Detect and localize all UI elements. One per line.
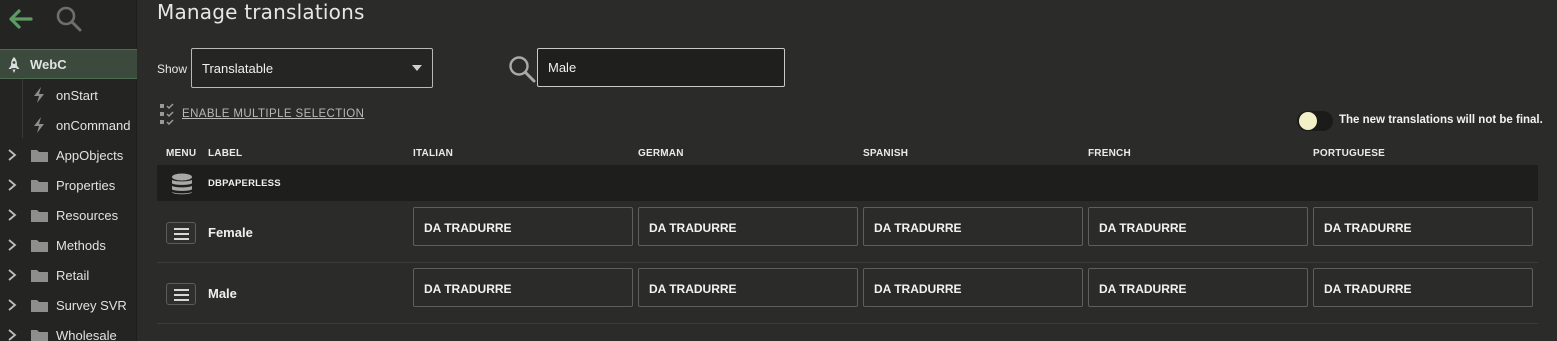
sidebar-toolbar	[0, 0, 136, 40]
folder-icon	[31, 150, 48, 162]
hamburger-icon-bar	[174, 238, 189, 240]
sidebar-item-oncommand[interactable]: onCommand	[0, 110, 137, 140]
chevron-right-icon[interactable]	[7, 239, 17, 251]
sidebar-item-retail[interactable]: Retail	[0, 260, 137, 290]
sidebar-item-webc[interactable]: WebC	[0, 49, 137, 79]
database-icon	[172, 173, 192, 195]
chevron-right-icon[interactable]	[7, 209, 17, 221]
group-row: DBPAPERLESS	[157, 165, 1538, 201]
search-input[interactable]	[537, 48, 785, 87]
column-header-menu: MENU	[166, 148, 197, 159]
chevron-right-icon[interactable]	[7, 179, 17, 191]
row-label-male: Male	[208, 286, 237, 301]
column-header-german: GERMAN	[638, 148, 684, 159]
bolt-icon	[34, 117, 44, 133]
search-icon	[509, 56, 536, 83]
chevron-right-icon[interactable]	[7, 329, 17, 341]
folder-icon	[31, 300, 48, 312]
show-filter-select[interactable]: Translatable	[191, 48, 433, 88]
row-divider	[157, 323, 1538, 324]
sidebar-item-methods[interactable]: Methods	[0, 230, 137, 260]
enable-multiple-selection-label: ENABLE MULTIPLE SELECTION	[182, 108, 365, 120]
sidebar-item-label: WebC	[30, 56, 67, 72]
translation-cell-german[interactable]: DA TRADURRE	[638, 268, 858, 307]
column-header-italian: ITALIAN	[413, 148, 454, 159]
sidebar-item-label: Resources	[56, 207, 119, 223]
sidebar: WebC onStart onCommand AppObjects Proper…	[0, 0, 137, 341]
folder-icon	[31, 180, 48, 192]
translation-cell-spanish[interactable]: DA TRADURRE	[863, 268, 1083, 307]
sidebar-item-label: onStart	[56, 87, 98, 103]
sidebar-item-survey-svr[interactable]: Survey SVR	[0, 290, 137, 320]
sidebar-item-label: Methods	[56, 237, 106, 253]
enable-multiple-selection-button[interactable]: ENABLE MULTIPLE SELECTION	[159, 103, 364, 125]
sidebar-item-label: Wholesale	[56, 327, 117, 341]
sidebar-item-wholesale[interactable]: Wholesale	[0, 320, 137, 341]
chevron-right-icon[interactable]	[7, 269, 17, 281]
hamburger-icon-bar	[174, 233, 189, 235]
sidebar-item-label: Properties	[56, 177, 116, 193]
column-header-spanish: SPANISH	[863, 148, 909, 159]
chevron-right-icon[interactable]	[7, 149, 17, 161]
row-label-female: Female	[208, 225, 253, 240]
sidebar-item-properties[interactable]: Properties	[0, 170, 137, 200]
row-divider	[157, 262, 1538, 263]
translation-cell-portuguese[interactable]: DA TRADURRE	[1313, 207, 1533, 246]
translation-cell-italian[interactable]: DA TRADURRE	[413, 207, 633, 246]
folder-icon	[31, 330, 48, 341]
translation-cell-french[interactable]: DA TRADURRE	[1088, 207, 1308, 246]
hamburger-icon	[174, 289, 189, 291]
chevron-right-icon[interactable]	[7, 299, 17, 311]
translation-cell-german[interactable]: DA TRADURRE	[638, 207, 858, 246]
sidebar-item-label: Retail	[56, 267, 90, 283]
search-icon[interactable]	[55, 5, 83, 33]
translation-cell-portuguese[interactable]: DA TRADURRE	[1313, 268, 1533, 307]
sidebar-item-label: Survey SVR	[56, 297, 127, 313]
rocket-icon	[8, 57, 20, 73]
folder-icon	[31, 240, 48, 252]
back-arrow-icon[interactable]	[6, 6, 34, 32]
translation-cell-spanish[interactable]: DA TRADURRE	[863, 207, 1083, 246]
sidebar-item-label: AppObjects	[56, 147, 124, 163]
caret-down-icon	[412, 65, 422, 71]
checklist-icon	[160, 103, 174, 125]
folder-icon	[31, 210, 48, 222]
hamburger-icon	[174, 228, 189, 230]
sidebar-item-resources[interactable]: Resources	[0, 200, 137, 230]
bolt-icon	[34, 87, 44, 103]
translation-cell-italian[interactable]: DA TRADURRE	[413, 268, 633, 307]
toggle-knob	[1299, 112, 1317, 130]
page-title: Manage translations	[157, 0, 365, 24]
sidebar-item-appobjects[interactable]: AppObjects	[0, 140, 137, 170]
hamburger-icon-bar	[174, 299, 189, 301]
sidebar-item-onstart[interactable]: onStart	[0, 80, 137, 110]
final-translations-toggle[interactable]	[1297, 111, 1333, 131]
column-header-portuguese: PORTUGUESE	[1313, 148, 1386, 159]
show-filter-value: Translatable	[202, 61, 274, 76]
hamburger-icon-bar	[174, 294, 189, 296]
group-label: DBPAPERLESS	[208, 178, 281, 189]
folder-icon	[31, 270, 48, 282]
translation-cell-french[interactable]: DA TRADURRE	[1088, 268, 1308, 307]
column-header-french: FRENCH	[1088, 148, 1131, 159]
row-menu-button[interactable]	[166, 283, 196, 305]
row-menu-button[interactable]	[166, 222, 196, 244]
sidebar-item-label: onCommand	[56, 117, 131, 133]
column-header-label: LABEL	[208, 148, 243, 159]
final-translations-toggle-label: The new translations will not be final.	[1339, 114, 1543, 126]
show-label: Show	[157, 62, 188, 76]
